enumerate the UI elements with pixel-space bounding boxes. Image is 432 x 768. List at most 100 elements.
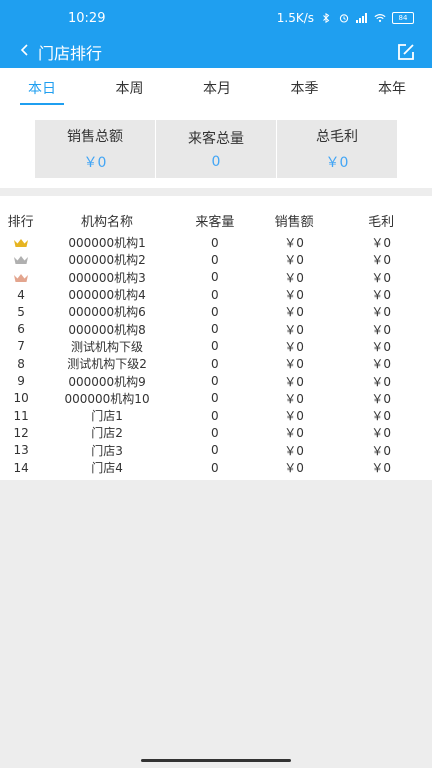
profit-cell: ￥0	[371, 339, 391, 354]
wifi-icon	[374, 13, 386, 23]
section-divider	[0, 188, 432, 196]
header-profit: 毛利	[368, 214, 395, 230]
sales-cell: ￥0	[284, 305, 304, 320]
summary-cards: 销售总额 ￥0 来客总量 0 总毛利 ￥0	[35, 120, 397, 178]
table-row[interactable]: 6 000000机构8 0 ￥0 ￥0	[0, 320, 432, 337]
table-row[interactable]: 5 000000机构6 0 ￥0 ￥0	[0, 303, 432, 320]
table-row[interactable]: 9 000000机构9 0 ￥0 ￥0	[0, 372, 432, 389]
sales-cell: ￥0	[284, 288, 304, 303]
visitors-cell: 0	[211, 304, 219, 319]
sales-cell: ￥0	[284, 357, 304, 372]
profit-cell: ￥0	[371, 374, 391, 389]
visitors-cell: 0	[211, 374, 219, 389]
tab-today[interactable]: 本日	[20, 74, 64, 105]
visitors-cell: 0	[211, 391, 219, 406]
table-row[interactable]: 8 测试机构下级2 0 ￥0 ￥0	[0, 355, 432, 372]
table-row[interactable]: 4 000000机构4 0 ￥0 ￥0	[0, 286, 432, 303]
rank-cell: 12	[13, 425, 29, 440]
name-cell: 测试机构下级	[71, 339, 144, 354]
summary-sales-label: 销售总额	[67, 129, 123, 145]
visitors-cell: 0	[211, 287, 219, 302]
profit-cell: ￥0	[371, 305, 391, 320]
back-button[interactable]	[20, 43, 30, 61]
table-row[interactable]: 12 门店2 0 ￥0 ￥0	[0, 424, 432, 441]
visitors-cell: 0	[211, 408, 219, 423]
sales-cell: ￥0	[284, 461, 304, 475]
summary-visitors-label: 来客总量	[188, 131, 244, 147]
name-cell: 000000机构2	[68, 253, 146, 268]
battery-icon: 84	[392, 12, 414, 24]
rank-cell: 5	[17, 304, 25, 319]
rank-cell: 14	[13, 460, 29, 475]
summary-sales-value: ￥0	[83, 155, 107, 171]
nav-bar: 门店排行	[0, 36, 432, 68]
table-row[interactable]: 000000机构2 0 ￥0 ￥0	[0, 251, 432, 268]
signal-icon	[356, 13, 367, 23]
tab-year[interactable]: 本年	[378, 74, 406, 102]
table-row[interactable]: 10 000000机构10 0 ￥0 ￥0	[0, 390, 432, 407]
summary-profit-label: 总毛利	[316, 129, 358, 145]
header-rank: 排行	[7, 214, 34, 230]
table-row[interactable]: 14 门店4 0 ￥0 ￥0	[0, 459, 432, 476]
rank-cell: 8	[17, 356, 25, 371]
name-cell: 000000机构4	[68, 288, 146, 303]
tab-month[interactable]: 本月	[203, 74, 231, 102]
summary-section: 销售总额 ￥0 来客总量 0 总毛利 ￥0	[0, 108, 432, 188]
name-cell: 000000机构6	[68, 305, 146, 320]
rank-cell: 11	[13, 408, 29, 423]
visitors-cell: 0	[211, 252, 219, 267]
profit-cell: ￥0	[371, 288, 391, 303]
profit-cell: ￥0	[371, 391, 391, 406]
sales-cell: ￥0	[284, 339, 304, 354]
ranking-table-section: 排行 机构名称 来客量 销售额 毛利 000000机构1 0 ￥0 ￥0 000000机…	[0, 196, 432, 481]
table-row[interactable]: 7 测试机构下级 0 ￥0 ￥0	[0, 338, 432, 355]
table-row[interactable]: 13 门店3 0 ￥0 ￥0	[0, 442, 432, 459]
rank-cell	[0, 269, 42, 286]
tab-quarter[interactable]: 本季	[291, 74, 319, 102]
name-cell: 000000机构8	[68, 322, 146, 337]
name-cell: 000000机构10	[64, 391, 150, 406]
rank-cell	[0, 251, 42, 268]
summary-sales: 销售总额 ￥0	[35, 120, 156, 178]
summary-profit: 总毛利 ￥0	[277, 120, 397, 178]
rank-cell: 9	[17, 374, 25, 389]
tab-week[interactable]: 本周	[116, 74, 144, 102]
profit-cell: ￥0	[371, 426, 391, 441]
name-cell: 测试机构下级2	[67, 357, 147, 372]
rank-cell	[0, 234, 42, 251]
sales-cell: ￥0	[284, 409, 304, 424]
sales-cell: ￥0	[284, 391, 304, 406]
profit-cell: ￥0	[371, 461, 391, 475]
status-icons: 1.5K/s 84	[277, 11, 414, 25]
rank-cell: 10	[13, 391, 29, 406]
table-row[interactable]: 000000机构3 0 ￥0 ￥0	[0, 269, 432, 286]
name-cell: 000000机构3	[68, 270, 146, 285]
table-row[interactable]: 000000机构1 0 ￥0 ￥0	[0, 234, 432, 251]
visitors-cell: 0	[211, 443, 219, 458]
rank-cell: 4	[17, 287, 25, 302]
rank-cell: 6	[17, 322, 25, 337]
edit-icon[interactable]	[396, 42, 416, 62]
profit-cell: ￥0	[371, 236, 391, 251]
table-row[interactable]: 11 门店1 0 ￥0 ￥0	[0, 407, 432, 424]
rank-cell: 13	[13, 443, 29, 458]
sales-cell: ￥0	[284, 270, 304, 285]
home-indicator[interactable]	[141, 759, 291, 762]
bluetooth-icon	[323, 13, 330, 23]
profit-cell: ￥0	[371, 270, 391, 285]
rank-cell: 7	[17, 339, 25, 354]
table-body: 000000机构1 0 ￥0 ￥0 000000机构2 0 ￥0 ￥0 000000机构3 0 ￥0…	[0, 234, 432, 476]
sales-cell: ￥0	[284, 426, 304, 441]
profit-cell: ￥0	[371, 357, 391, 372]
header-visitors: 来客量	[195, 214, 235, 230]
summary-visitors: 来客总量 0	[156, 120, 277, 178]
profit-cell: ￥0	[371, 443, 391, 458]
period-tabs: 本日 本周 本月 本季 本年	[0, 68, 432, 108]
network-speed: 1.5K/s	[276, 11, 314, 25]
name-cell: 000000机构1	[68, 236, 146, 251]
summary-profit-value: ￥0	[325, 155, 349, 171]
name-cell: 门店3	[91, 443, 123, 458]
chevron-left-icon	[20, 44, 28, 56]
sales-cell: ￥0	[284, 253, 304, 268]
ranking-table: 排行 机构名称 来客量 销售额 毛利 000000机构1 0 ￥0 ￥0 000000机…	[0, 206, 432, 476]
